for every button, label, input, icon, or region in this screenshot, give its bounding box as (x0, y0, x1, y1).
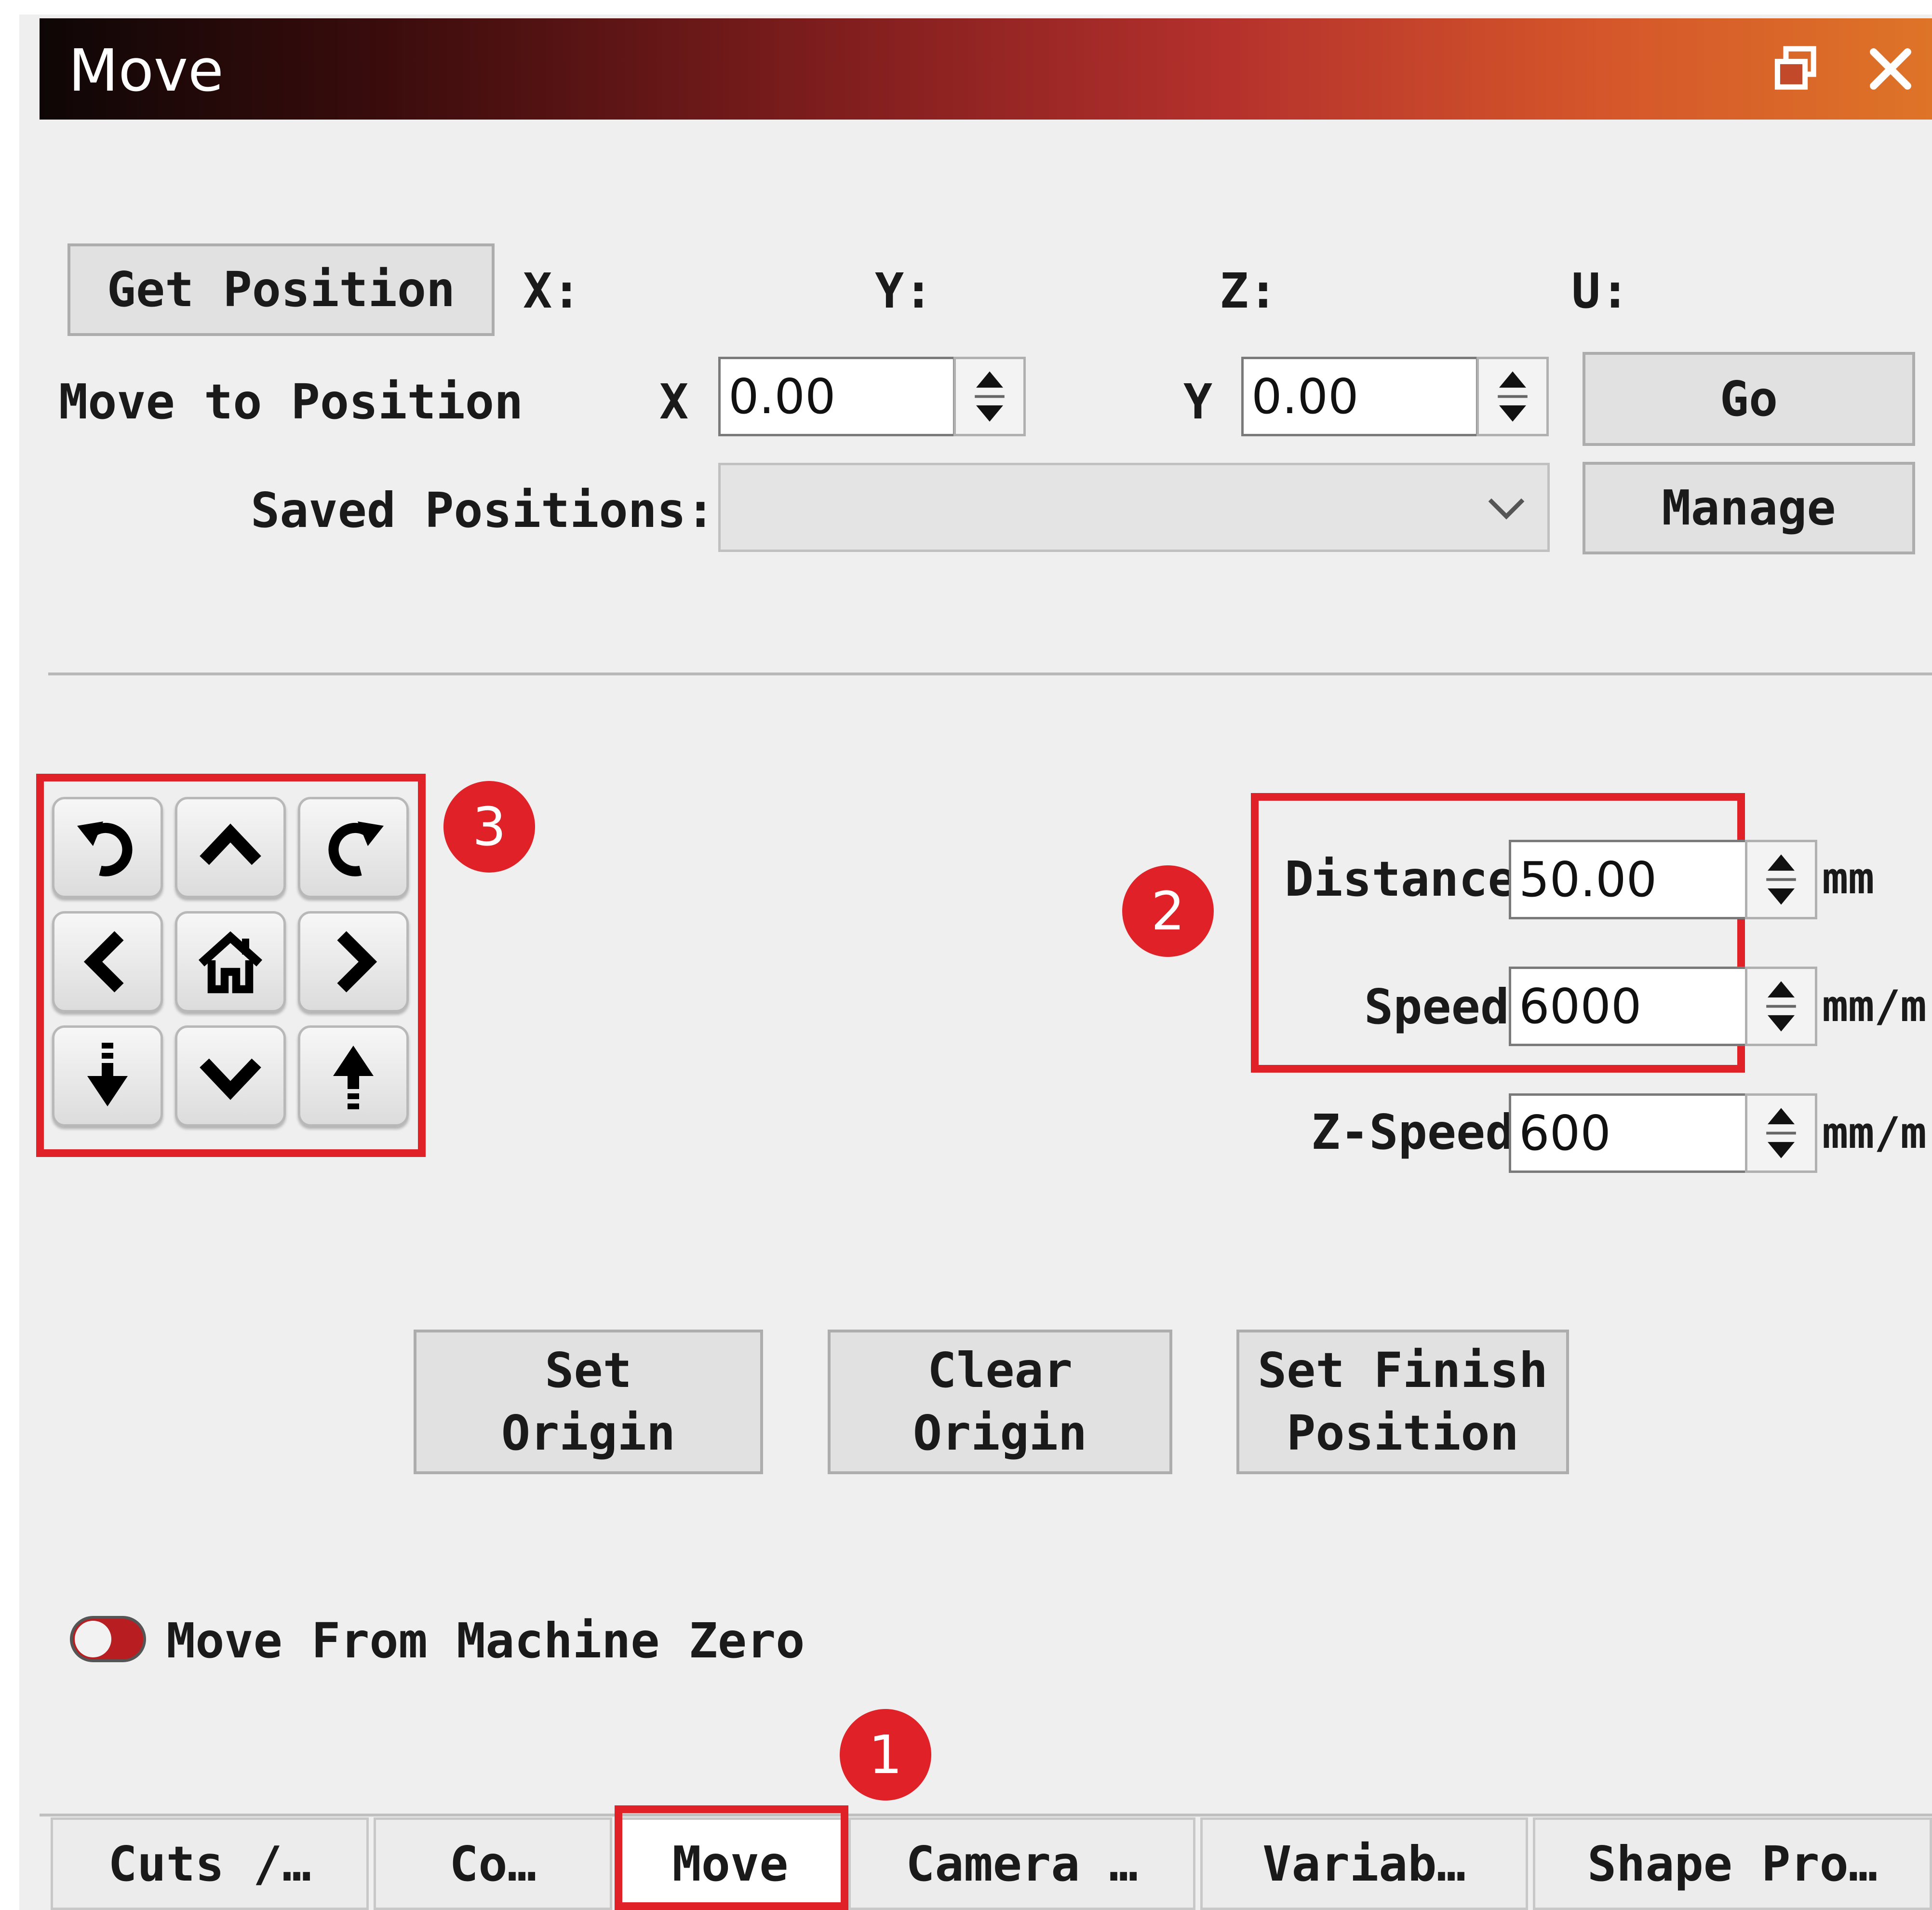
distance-input[interactable]: 50.00 (1509, 840, 1747, 919)
z-speed-value: 600 (1519, 1105, 1611, 1161)
tab-camera[interactable]: Camera … (848, 1817, 1195, 1910)
get-position-button[interactable]: Get Position (67, 243, 495, 336)
annotation-box-1 (615, 1805, 848, 1910)
clear-origin-button[interactable]: Clear Origin (828, 1330, 1172, 1474)
arrow-right-icon (337, 931, 377, 993)
home-icon (198, 931, 263, 994)
toggle-knob (75, 1621, 111, 1657)
chevron-down-icon (1485, 487, 1528, 530)
set-origin-label-line1: Set (545, 1342, 632, 1399)
rotate-ccw-icon (77, 821, 133, 876)
move-x-value: 0.00 (728, 368, 836, 425)
z-speed-input[interactable]: 600 (1509, 1093, 1747, 1173)
annotation-badge-2: 2 (1122, 865, 1214, 957)
tab-shape-properties[interactable]: Shape Pro… (1533, 1817, 1932, 1910)
manage-button[interactable]: Manage (1583, 462, 1915, 554)
machine-zero-toggle[interactable] (70, 1616, 146, 1662)
distance-stepper[interactable] (1745, 840, 1817, 919)
arrow-left-icon (83, 931, 124, 993)
move-x-stepper[interactable] (953, 357, 1026, 436)
y-position-label: Y: (875, 263, 933, 319)
window-title: Move (68, 38, 224, 105)
divider (48, 673, 1932, 675)
set-origin-button[interactable]: Set Origin (414, 1330, 763, 1474)
x-position-label: X: (523, 263, 581, 319)
move-y-input[interactable]: 0.00 (1241, 357, 1478, 436)
speed-stepper[interactable] (1745, 967, 1817, 1046)
jog-home-button[interactable] (175, 911, 286, 1012)
z-speed-unit: mm/m (1822, 1108, 1927, 1158)
annotation-badge-1: 1 (840, 1709, 931, 1801)
jog-up-button[interactable] (175, 797, 286, 898)
rotate-cw-icon (328, 821, 384, 876)
go-button[interactable]: Go (1583, 352, 1915, 446)
move-y-stepper[interactable] (1476, 357, 1549, 436)
manage-label: Manage (1662, 480, 1836, 536)
close-icon[interactable] (1864, 42, 1917, 95)
jog-z-down-button[interactable] (52, 1025, 163, 1127)
move-to-position-label: Move to Position (59, 374, 523, 430)
arrow-down-icon (200, 1058, 261, 1100)
jog-rotate-ccw-button[interactable] (52, 797, 163, 898)
set-finish-position-button[interactable]: Set Finish Position (1236, 1330, 1569, 1474)
clear-origin-label-line2: Origin (912, 1405, 1087, 1461)
speed-value: 6000 (1519, 978, 1642, 1035)
restore-icon[interactable] (1770, 42, 1823, 95)
jog-down-button[interactable] (175, 1025, 286, 1127)
machine-zero-label: Move From Machine Zero (166, 1613, 805, 1669)
z-speed-label: Z-Speed (1311, 1104, 1515, 1160)
tab-variable-text[interactable]: Variab… (1200, 1817, 1528, 1910)
tab-cuts[interactable]: Cuts /… (51, 1817, 369, 1910)
move-x-input[interactable]: 0.00 (718, 357, 955, 436)
get-position-label: Get Position (107, 261, 456, 318)
go-label: Go (1719, 370, 1778, 427)
saved-positions-label: Saved Positions: (251, 482, 715, 538)
set-finish-label-line2: Position (1287, 1405, 1519, 1461)
set-origin-label-line2: Origin (501, 1405, 676, 1461)
distance-value: 50.00 (1519, 851, 1657, 908)
speed-label: Speed (1364, 979, 1510, 1035)
jog-rotate-cw-button[interactable] (298, 797, 409, 898)
clear-origin-label-line1: Clear (927, 1342, 1073, 1399)
tab-strip-border (40, 1814, 1932, 1816)
distance-label: Distance (1285, 851, 1517, 907)
speed-unit: mm/m (1822, 981, 1927, 1032)
u-position-label: U: (1571, 263, 1630, 319)
move-y-value: 0.00 (1251, 368, 1359, 425)
z-down-icon (87, 1043, 128, 1106)
jog-right-button[interactable] (298, 911, 409, 1012)
tab-console[interactable]: Co… (374, 1817, 612, 1910)
z-speed-stepper[interactable] (1745, 1093, 1817, 1173)
move-x-axis-label: X (659, 374, 689, 430)
saved-positions-select[interactable] (718, 463, 1550, 552)
annotation-badge-3: 3 (443, 781, 535, 873)
speed-input[interactable]: 6000 (1509, 967, 1747, 1046)
jog-z-up-button[interactable] (298, 1025, 409, 1127)
z-position-label: Z: (1220, 263, 1278, 319)
set-finish-label-line1: Set Finish (1257, 1342, 1548, 1399)
distance-unit: mm (1822, 853, 1875, 904)
z-up-icon (333, 1046, 374, 1109)
jog-left-button[interactable] (52, 911, 163, 1012)
title-bar: Move (40, 18, 1932, 120)
arrow-up-icon (200, 823, 261, 865)
move-y-axis-label: Y (1183, 374, 1213, 430)
